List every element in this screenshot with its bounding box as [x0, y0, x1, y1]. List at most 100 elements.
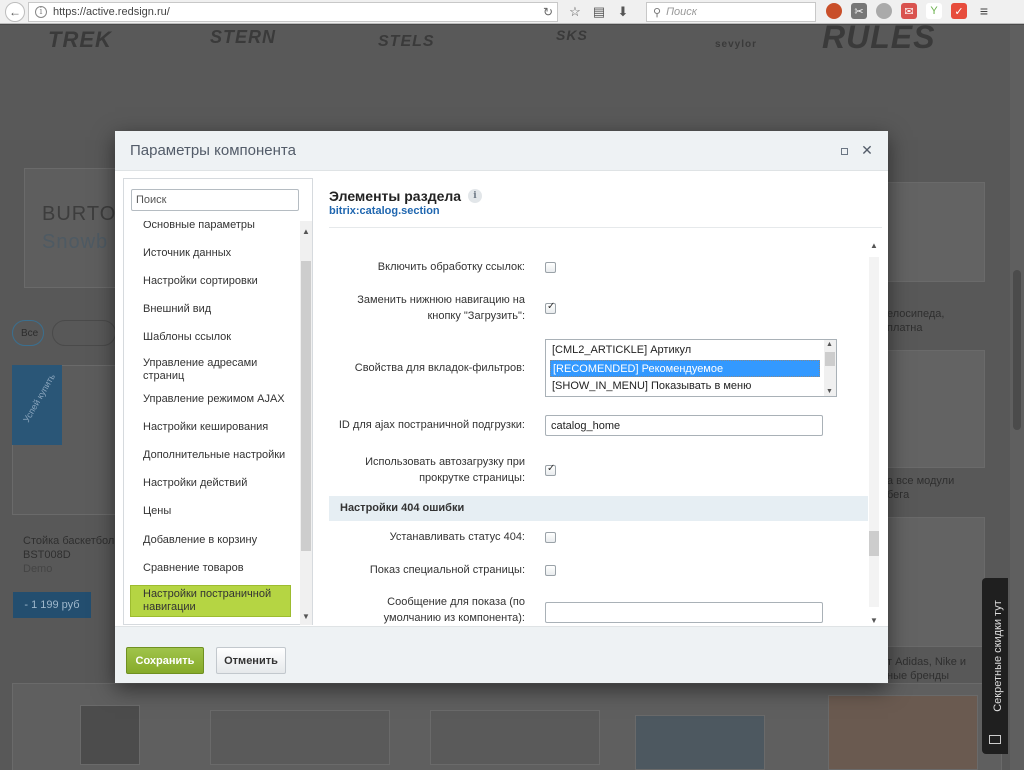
toolbar-icons: ☆ ▤ ⬇: [566, 3, 632, 21]
settings-nav-panel: Основные параметры Источник данных Настр…: [123, 178, 313, 625]
settings-nav-list: Основные параметры Источник данных Настр…: [124, 221, 300, 625]
nav-item-appearance[interactable]: Внешний вид: [131, 303, 291, 316]
nav-item-compare[interactable]: Сравнение товаров: [131, 562, 291, 575]
save-button[interactable]: Сохранить: [126, 647, 204, 674]
tab-filter-select[interactable]: [CML2_ARTICKLE] Артикул [RECOMENDED] Рек…: [545, 339, 837, 397]
clipboard-icon[interactable]: ▤: [590, 3, 608, 21]
select-scrollbar[interactable]: ▲ ▼: [824, 340, 836, 396]
set-404-label: Устанавливать статус 404:: [389, 531, 525, 543]
scroll-up-arrow-icon[interactable]: ▲: [826, 341, 833, 348]
set-404-checkbox[interactable]: [545, 532, 556, 543]
filter-pill: [52, 320, 116, 346]
ajax-id-label: ID для ajax постраничной подгрузки:: [338, 419, 525, 431]
scroll-down-arrow-icon[interactable]: ▼: [302, 612, 310, 621]
autoload-checkbox[interactable]: [545, 463, 556, 476]
nav-item-basic[interactable]: Основные параметры: [131, 221, 291, 232]
dialog-title: Параметры компонента: [130, 142, 296, 159]
close-icon[interactable]: ✕: [859, 142, 875, 160]
brand-logo: SKS: [556, 27, 588, 43]
filter-pill: Все: [12, 320, 44, 346]
right-product-image: [885, 517, 985, 647]
dialog-footer: Сохранить Отменить: [115, 626, 888, 683]
enable-links-checkbox[interactable]: [545, 262, 556, 273]
tab-filter-label: Свойства для вкладок-фильтров:: [354, 362, 525, 374]
menu-icon[interactable]: ≡: [976, 3, 992, 19]
replace-nav-checkbox[interactable]: [545, 301, 556, 314]
nav-item-page-addresses[interactable]: Управление адресами страниц: [131, 357, 291, 383]
product-image: [80, 705, 140, 765]
nav-search-input[interactable]: [131, 189, 299, 211]
right-text: бега: [887, 489, 910, 501]
nav-item-ajax[interactable]: Управление режимом AJAX: [131, 393, 291, 406]
bookmark-star-icon[interactable]: ☆: [566, 3, 584, 21]
download-icon[interactable]: ⬇: [614, 3, 632, 21]
scroll-up-arrow-icon[interactable]: ▲: [302, 227, 310, 236]
nav-scrollbar[interactable]: ▲ ▼: [300, 221, 312, 625]
info-icon[interactable]: i: [468, 189, 482, 203]
back-button[interactable]: ←: [5, 1, 25, 22]
nav-item-sorting[interactable]: Настройки сортировки: [131, 275, 291, 288]
message-input[interactable]: [545, 602, 823, 623]
nav-item-caching[interactable]: Настройки кеширования: [131, 421, 291, 434]
extension-icon-2[interactable]: ✂: [851, 3, 867, 19]
ajax-id-input[interactable]: [545, 415, 823, 436]
nav-item-add-to-cart[interactable]: Добавление в корзину: [131, 534, 291, 547]
show-page-checkbox[interactable]: [545, 565, 556, 576]
right-text: т Adidas, Nike и: [887, 656, 967, 668]
component-params-dialog: Параметры компонента ✕ Основные параметр…: [115, 131, 888, 683]
secret-discount-tab[interactable]: Секретные скидки тут: [982, 578, 1008, 754]
select-option[interactable]: [SHOW_IN_MENU] Показывать в меню: [550, 378, 820, 395]
extension-icon-6[interactable]: ✓: [951, 3, 967, 19]
nav-item-pagination[interactable]: Настройки постраничной навигации: [130, 585, 291, 617]
globe-icon[interactable]: [876, 3, 892, 19]
filter-pill-label: Все: [21, 327, 39, 339]
component-title: Элементы раздела: [329, 188, 462, 204]
right-text: платна: [887, 322, 923, 334]
params-scrollbar[interactable]: ▲ ▼: [868, 241, 880, 625]
promo-text: Snowb: [42, 231, 109, 253]
component-code: bitrix:catalog.section: [329, 205, 440, 217]
enable-links-label: Включить обработку ссылок:: [377, 261, 525, 273]
site-info-icon[interactable]: i: [35, 6, 47, 18]
ribbon-label: Успей купить: [21, 371, 58, 425]
page-scrollbar-thumb[interactable]: [1013, 270, 1021, 430]
url-bar[interactable]: i https://active.redsign.ru/ ↻: [28, 2, 558, 22]
browser-search-input[interactable]: ⚲ Поиск: [646, 2, 816, 22]
scroll-up-arrow-icon[interactable]: ▲: [870, 241, 878, 250]
content-divider: [329, 227, 882, 228]
extension-icon-1[interactable]: [826, 3, 842, 19]
select-option-selected[interactable]: [RECOMENDED] Рекомендуемое: [550, 360, 820, 377]
search-placeholder: Поиск: [666, 6, 697, 18]
url-text: https://active.redsign.ru/: [53, 6, 170, 18]
right-product-image: [885, 350, 985, 468]
product-image: [210, 710, 390, 765]
nav-item-data-source[interactable]: Источник данных: [131, 247, 291, 260]
nav-item-link-templates[interactable]: Шаблоны ссылок: [131, 331, 291, 344]
price-label: - 1 199 руб: [24, 599, 80, 611]
right-product-image: [885, 182, 985, 282]
params-scrollbar-thumb[interactable]: [869, 531, 879, 556]
cancel-button[interactable]: Отменить: [216, 647, 286, 674]
page-scrollbar[interactable]: [1010, 25, 1024, 770]
maximize-icon[interactable]: [837, 144, 851, 158]
search-icon: ⚲: [653, 6, 662, 19]
scroll-down-arrow-icon[interactable]: ▼: [826, 388, 833, 395]
brand-logo: RULES: [822, 25, 936, 55]
show-page-label: Показ специальной страницы:: [369, 564, 525, 576]
select-option[interactable]: [CML2_ARTICKLE] Артикул: [550, 342, 820, 359]
select-scrollbar-thumb[interactable]: [825, 352, 835, 366]
replace-nav-label: Заменить нижнюю навигацию на кнопку "Заг…: [357, 294, 525, 322]
reload-icon[interactable]: ↻: [543, 5, 553, 19]
nav-item-additional[interactable]: Дополнительные настройки: [131, 449, 291, 462]
brand-logo: STERN: [210, 27, 277, 47]
extension-icon-5[interactable]: Y: [926, 3, 942, 19]
nav-item-prices[interactable]: Цены: [131, 505, 291, 518]
mail-icon[interactable]: ✉: [901, 3, 917, 19]
nav-scrollbar-thumb[interactable]: [301, 261, 311, 551]
price-badge: - 1 199 руб: [13, 592, 91, 618]
product-code: BST008D: [23, 549, 71, 561]
product-image: [635, 715, 765, 770]
nav-item-actions[interactable]: Настройки действий: [131, 477, 291, 490]
params-form: Включить обработку ссылок: Заменить нижн…: [329, 229, 869, 626]
scroll-down-arrow-icon[interactable]: ▼: [870, 616, 878, 625]
